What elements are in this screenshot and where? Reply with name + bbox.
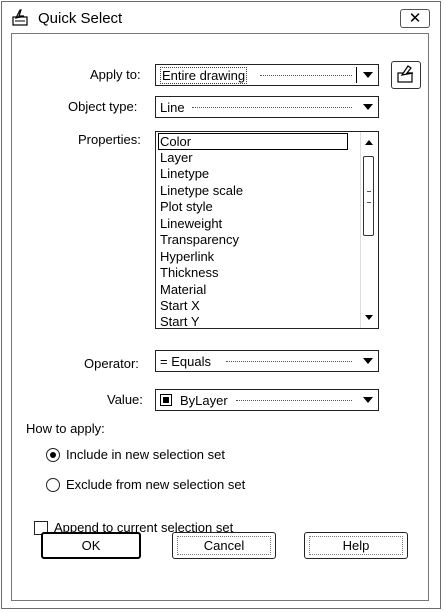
include-label[interactable]: Include in new selection set — [66, 447, 225, 462]
list-item[interactable]: Start Y — [160, 314, 200, 328]
select-objects-icon — [397, 65, 414, 83]
exclude-label[interactable]: Exclude from new selection set — [66, 477, 245, 492]
dotted-fill — [260, 75, 352, 76]
dotted-fill — [236, 400, 352, 401]
chevron-down-icon — [363, 72, 373, 78]
operator-value: = Equals — [160, 354, 211, 369]
dotted-fill — [192, 107, 352, 108]
chevron-down-icon — [363, 104, 373, 110]
operator-label: Operator: — [84, 356, 139, 371]
apply-to-label: Apply to: — [90, 67, 141, 82]
list-item[interactable]: Layer — [160, 150, 193, 165]
focus-ring — [177, 536, 271, 555]
close-icon: ✕ — [408, 10, 422, 27]
chevron-down-icon — [363, 358, 373, 364]
properties-scrollbar[interactable] — [360, 132, 378, 328]
focus-ring — [309, 536, 403, 555]
properties-listbox[interactable]: Color Layer Linetype Linetype scale Plot… — [155, 131, 379, 329]
list-item[interactable]: Material — [160, 282, 206, 297]
dropdown-separator — [356, 67, 358, 83]
list-item[interactable]: Color — [158, 133, 348, 150]
apply-to-value: Entire drawing — [160, 67, 248, 84]
value-value: ByLayer — [180, 393, 228, 408]
window-title: Quick Select — [38, 10, 123, 27]
dialog-body: Apply to: Entire drawing Object type: Li… — [11, 33, 429, 601]
ok-button[interactable]: OK — [41, 532, 141, 559]
operator-dropdown[interactable]: = Equals — [155, 350, 379, 372]
list-item[interactable]: Linetype — [160, 166, 209, 181]
list-item[interactable]: Transparency — [160, 232, 239, 247]
object-type-label: Object type: — [68, 99, 138, 114]
list-item[interactable]: Linetype scale — [160, 183, 243, 198]
list-item[interactable]: Plot style — [160, 199, 213, 214]
exclude-radio[interactable] — [46, 478, 60, 492]
ok-label: OK — [81, 538, 101, 553]
scroll-down-icon[interactable] — [365, 315, 373, 320]
cancel-button[interactable]: Cancel — [172, 532, 276, 559]
include-radio[interactable] — [46, 448, 60, 462]
grip-icon — [367, 191, 371, 203]
swatch-fill — [163, 397, 169, 403]
list-item[interactable]: Lineweight — [160, 216, 222, 231]
value-label: Value: — [107, 392, 143, 407]
scroll-thumb[interactable] — [363, 156, 374, 236]
help-button[interactable]: Help — [304, 532, 408, 559]
select-objects-button[interactable] — [391, 61, 421, 89]
scroll-up-icon[interactable] — [365, 140, 373, 145]
object-type-dropdown[interactable]: Line — [155, 96, 379, 118]
properties-label: Properties: — [78, 132, 141, 147]
list-item[interactable]: Thickness — [160, 265, 219, 280]
list-item[interactable]: Hyperlink — [160, 249, 214, 264]
how-to-apply-label: How to apply: — [26, 421, 105, 436]
list-item[interactable]: Start X — [160, 298, 200, 313]
value-dropdown[interactable]: ByLayer — [155, 389, 379, 411]
color-swatch — [160, 394, 172, 406]
quick-select-app-icon — [12, 8, 32, 26]
title-bar[interactable]: Quick Select ✕ — [2, 2, 440, 32]
radio-selected-dot — [50, 452, 56, 458]
chevron-down-icon — [363, 397, 373, 403]
apply-to-dropdown[interactable]: Entire drawing — [155, 64, 379, 86]
quick-select-dialog: Quick Select ✕ Apply to: Entire drawing … — [1, 1, 441, 609]
close-button[interactable]: ✕ — [400, 9, 430, 28]
object-type-value: Line — [160, 100, 185, 115]
dotted-fill — [226, 361, 352, 362]
